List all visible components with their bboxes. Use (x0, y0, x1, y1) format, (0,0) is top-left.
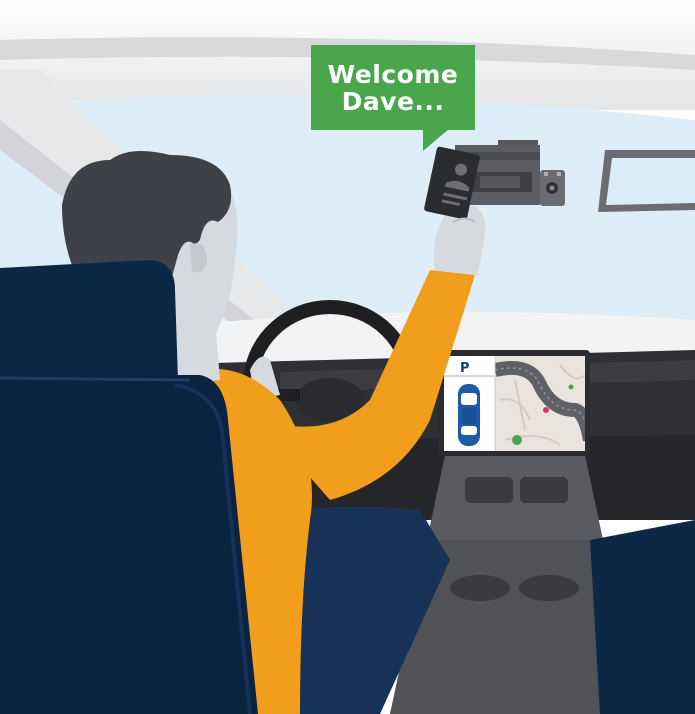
car-top-view-icon (458, 384, 480, 446)
console-button-right (520, 477, 568, 503)
infotainment-screen: P (438, 350, 590, 456)
passenger-seat-edge (590, 520, 695, 714)
map-pin-icon (543, 407, 549, 413)
cupholder-left (450, 575, 510, 601)
welcome-speech-bubble: Welcome Dave... (311, 45, 475, 151)
console-button-left (465, 477, 513, 503)
welcome-line-2: Dave... (341, 86, 445, 116)
cupholder-right (519, 575, 579, 601)
map-view (495, 356, 585, 451)
map-park-marker (512, 435, 522, 445)
welcome-line-1: Welcome (327, 59, 459, 89)
gear-indicator: P (460, 361, 470, 376)
